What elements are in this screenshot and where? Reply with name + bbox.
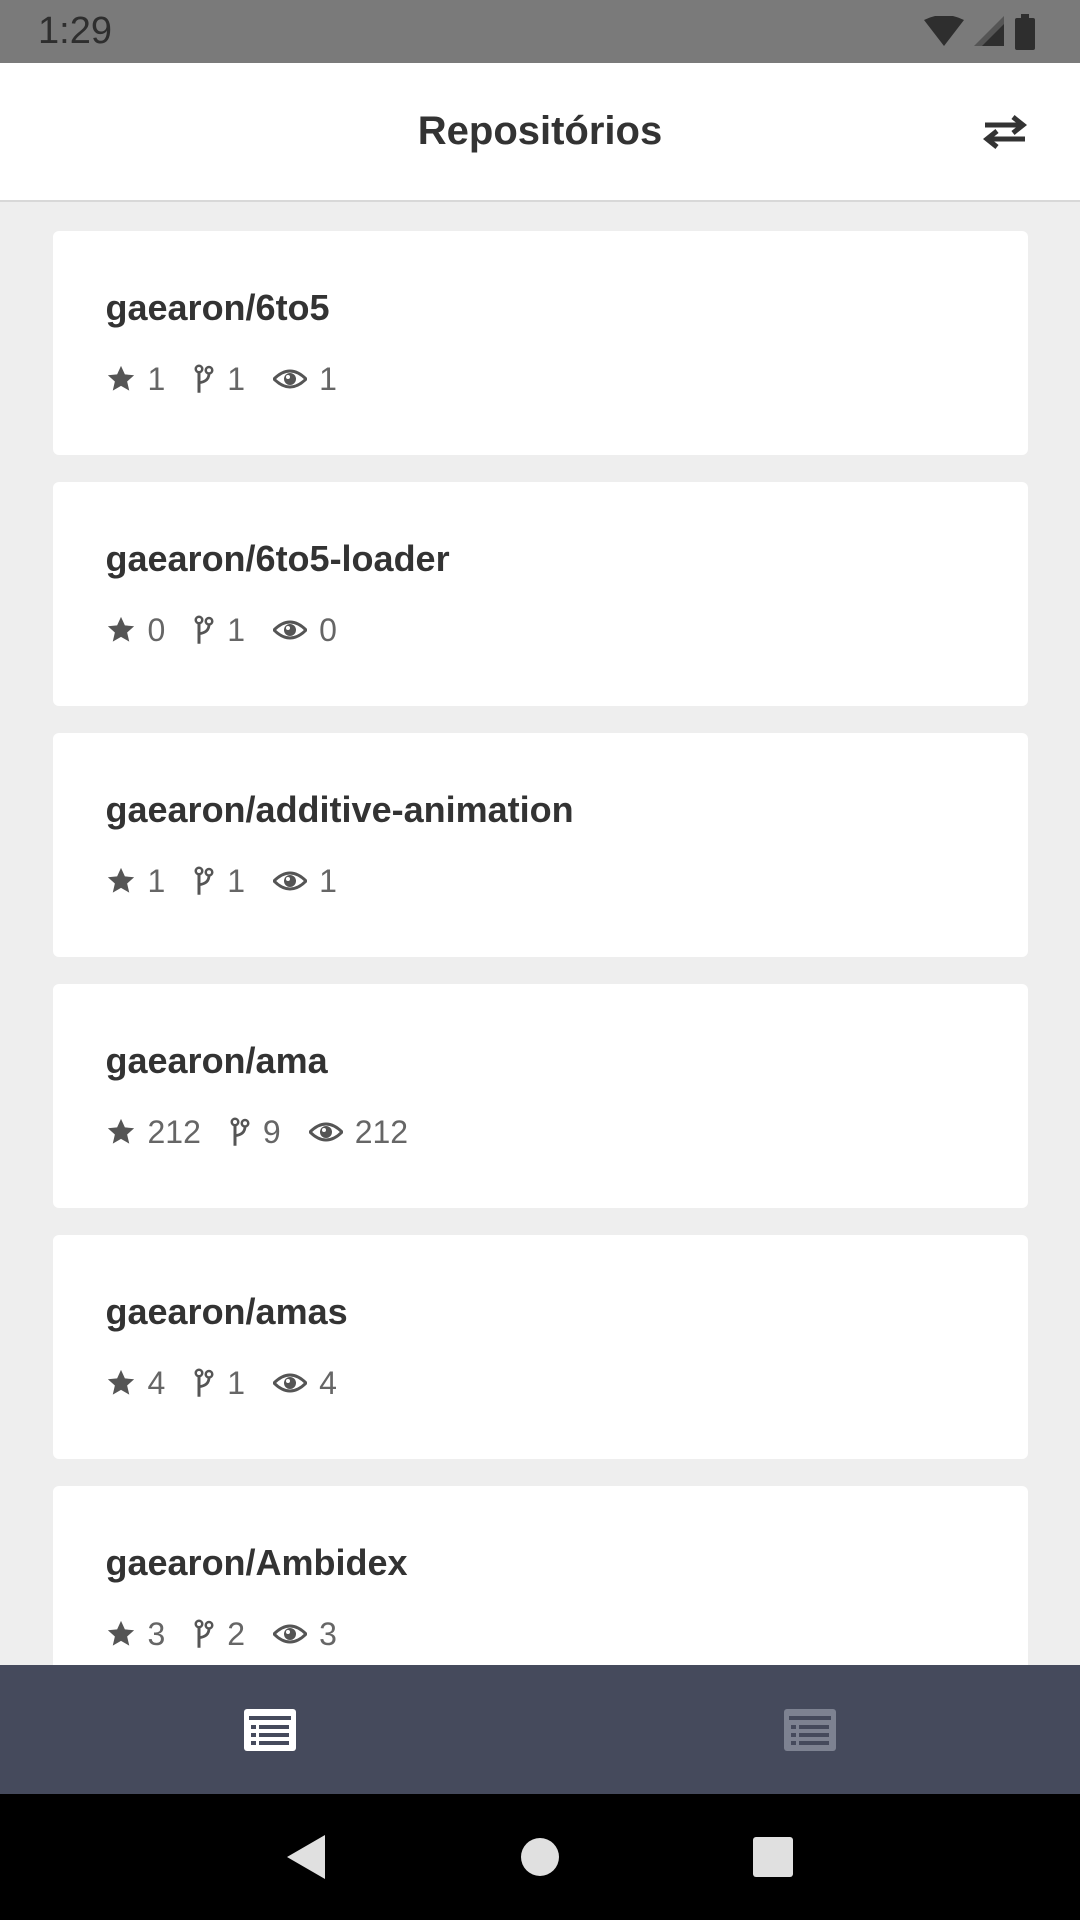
star-icon [107, 365, 134, 391]
signal-icon [974, 15, 1004, 46]
forks-stat: 2 [193, 1616, 245, 1653]
eye-icon [273, 620, 308, 640]
fork-icon [194, 866, 214, 895]
bottom-nav [0, 1665, 1080, 1794]
page-title: Repositórios [417, 109, 663, 153]
repo-name: gaearon/6to5 [105, 287, 330, 328]
nav-tab-repositories[interactable] [0, 1665, 540, 1794]
forks-stat: 1 [193, 863, 245, 900]
eye-icon [273, 369, 308, 389]
home-button[interactable] [510, 1827, 570, 1887]
star-icon [107, 1620, 134, 1646]
watchers-stat: 1 [273, 863, 337, 900]
fork-icon [194, 1619, 214, 1648]
watchers-count: 1 [319, 360, 337, 397]
forks-count: 2 [227, 1615, 246, 1652]
repo-stats: 0 1 0 [106, 610, 975, 650]
forks-count: 9 [262, 1113, 281, 1150]
star-icon [107, 1118, 134, 1144]
watchers-stat: 3 [273, 1616, 337, 1653]
fork-icon [194, 615, 214, 644]
repo-name: gaearon/Ambidex [105, 1542, 408, 1583]
eye-icon [273, 871, 308, 891]
repo-stats: 4 1 4 [106, 1363, 975, 1403]
stars-stat: 1 [106, 360, 166, 398]
forks-stat: 1 [193, 612, 245, 649]
eye-icon [273, 1624, 308, 1644]
watchers-count: 3 [319, 1615, 337, 1652]
status-icons [924, 13, 1036, 50]
watchers-stat: 1 [273, 361, 337, 398]
repo-card[interactable]: gaearon/6to5 1 1 1 [52, 231, 1028, 455]
repo-card[interactable]: gaearon/ama 212 9 212 [52, 984, 1028, 1208]
repo-name: gaearon/amas [105, 1291, 348, 1332]
star-icon [107, 867, 134, 893]
fork-icon [194, 364, 214, 393]
watchers-stat: 212 [308, 1113, 409, 1151]
fork-icon [230, 1117, 250, 1146]
repo-name: gaearon/ama [105, 1040, 328, 1081]
repo-card[interactable]: gaearon/additive-animation 1 1 1 [52, 733, 1028, 957]
repo-card[interactable]: gaearon/6to5-loader 0 1 0 [52, 482, 1028, 706]
repo-card[interactable]: gaearon/amas 4 1 4 [52, 1235, 1028, 1459]
status-bar: 1:29 [0, 0, 1080, 63]
stars-count: 3 [147, 1615, 166, 1652]
stars-stat: 3 [106, 1615, 166, 1653]
list-icon [784, 1708, 836, 1751]
back-button[interactable] [277, 1827, 337, 1887]
stars-stat: 212 [106, 1114, 201, 1151]
stars-count: 0 [147, 611, 166, 648]
repo-card[interactable]: gaearon/Ambidex 3 2 3 [52, 1486, 1028, 1665]
repo-name: gaearon/additive-animation [105, 789, 574, 830]
repo-stats: 3 2 3 [106, 1614, 975, 1654]
star-icon [107, 1369, 134, 1395]
app-bar: Repositórios [0, 63, 1080, 202]
recents-button[interactable] [743, 1827, 803, 1887]
status-time: 1:29 [38, 10, 112, 52]
wifi-icon [924, 15, 964, 46]
stars-count: 212 [147, 1113, 201, 1150]
forks-stat: 9 [229, 1114, 281, 1151]
repository-list[interactable]: gaearon/6to5 1 1 1 gaearon/6to5-loader 0… [0, 203, 1080, 1665]
eye-icon [273, 1373, 308, 1393]
fork-icon [194, 1368, 214, 1397]
eye-icon [308, 1122, 343, 1142]
swap-icon [983, 114, 1027, 149]
screen: 1:29 Repositórios gaearon/6to5 1 1 1 gae… [0, 0, 1080, 1920]
swap-button[interactable] [980, 107, 1030, 157]
system-nav [0, 1794, 1080, 1920]
forks-count: 1 [227, 1364, 246, 1401]
watchers-count: 4 [319, 1364, 337, 1401]
forks-stat: 1 [193, 361, 245, 398]
stars-count: 1 [147, 862, 166, 899]
star-icon [107, 616, 134, 642]
back-icon [286, 1835, 325, 1879]
stars-stat: 4 [106, 1364, 166, 1402]
watchers-count: 212 [354, 1113, 409, 1150]
stars-count: 1 [147, 360, 166, 397]
repo-name: gaearon/6to5-loader [105, 538, 450, 579]
stars-stat: 0 [106, 611, 166, 649]
list-icon [244, 1708, 296, 1751]
stars-count: 4 [147, 1364, 166, 1401]
home-icon [520, 1838, 559, 1876]
forks-stat: 1 [193, 1365, 245, 1402]
watchers-count: 0 [319, 611, 337, 648]
forks-count: 1 [227, 862, 246, 899]
nav-tab-secondary[interactable] [540, 1665, 1080, 1794]
watchers-count: 1 [319, 862, 337, 899]
watchers-stat: 0 [273, 612, 337, 649]
stars-stat: 1 [106, 862, 166, 900]
recents-icon [753, 1837, 794, 1877]
repo-stats: 212 9 212 [106, 1112, 975, 1152]
watchers-stat: 4 [273, 1365, 337, 1402]
forks-count: 1 [227, 611, 246, 648]
forks-count: 1 [227, 360, 246, 397]
repo-stats: 1 1 1 [106, 861, 975, 901]
battery-icon [1015, 13, 1035, 50]
repo-stats: 1 1 1 [106, 359, 975, 399]
